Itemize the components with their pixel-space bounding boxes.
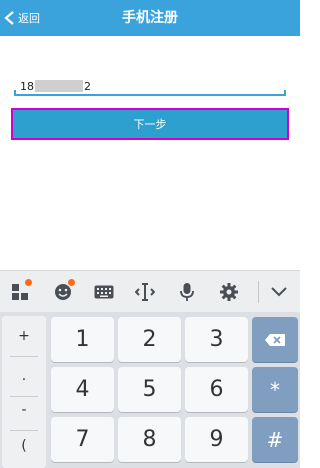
emoji-icon[interactable] [52, 279, 75, 303]
apps-icon[interactable] [9, 279, 32, 303]
keyboard-toolbar [0, 270, 300, 313]
digit-key-3[interactable]: 3 [185, 317, 248, 362]
star-key[interactable]: * [252, 367, 298, 412]
next-step-button[interactable]: 下一步 [11, 108, 289, 140]
digit-key-8[interactable]: 8 [118, 417, 181, 462]
digit-key-2[interactable]: 2 [118, 317, 181, 362]
keyboard-layout-icon[interactable] [93, 281, 115, 303]
phone-value: 18 2 [20, 79, 91, 93]
page-title: 手机注册 [122, 10, 178, 26]
phone-input[interactable]: 18 2 [14, 72, 286, 96]
digit-key-1[interactable]: 1 [51, 317, 114, 362]
apps-badge [25, 279, 32, 286]
phone-suffix: 2 [84, 79, 91, 93]
symbol-key-plus[interactable]: + [2, 318, 46, 355]
numeric-keyboard: + . - ( 1 2 3 4 5 6 7 8 9 * # [0, 312, 300, 468]
symbol-key-paren[interactable]: ( [2, 428, 46, 465]
backspace-key[interactable] [252, 317, 298, 362]
symbol-divider [10, 356, 38, 357]
symbol-key-minus[interactable]: - [2, 392, 46, 429]
symbol-column: + . - ( [2, 316, 46, 468]
symbol-key-dot[interactable]: . [2, 358, 46, 395]
phone-redaction [35, 80, 83, 92]
emoji-badge [68, 279, 75, 286]
toolbar-divider [258, 281, 259, 303]
digit-key-7[interactable]: 7 [51, 417, 114, 462]
digit-key-4[interactable]: 4 [51, 367, 114, 412]
collapse-keyboard-icon[interactable] [268, 281, 290, 303]
digit-key-9[interactable]: 9 [185, 417, 248, 462]
microphone-icon[interactable] [176, 281, 198, 303]
hash-key[interactable]: # [252, 417, 298, 462]
input-edge-right [284, 90, 286, 96]
cursor-move-icon[interactable] [134, 281, 156, 303]
phone-prefix: 18 [20, 79, 34, 93]
settings-gear-icon[interactable] [218, 281, 240, 303]
digit-key-6[interactable]: 6 [185, 367, 248, 412]
input-edge-left [14, 90, 16, 96]
digit-key-5[interactable]: 5 [118, 367, 181, 412]
backspace-icon [265, 333, 285, 346]
title-bar: 返回 手机注册 [0, 0, 300, 36]
